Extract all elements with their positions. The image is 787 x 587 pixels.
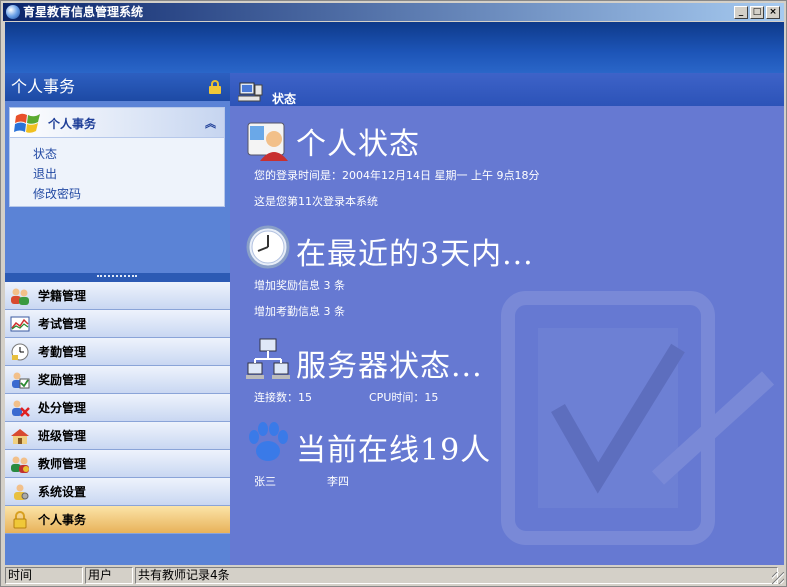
left-panel-title: 个人事务 <box>11 77 76 96</box>
close-button[interactable]: × <box>766 6 780 19</box>
login-count-text: 这是您第11次登录本系统 <box>254 195 378 208</box>
task-card-title: 个人事务 <box>48 117 97 131</box>
online-user[interactable]: 张三 <box>254 473 276 489</box>
nav-list: 学籍管理 考试管理 考勤管理 奖励管理 处分管理 班级管理 教师管理 系统设置 … <box>5 282 230 534</box>
main-header-title: 状态 <box>272 92 297 106</box>
status-time: 时间 <box>5 567 83 584</box>
nav-label: 考试管理 <box>38 317 87 331</box>
nav-item-exams[interactable]: 考试管理 <box>5 310 230 338</box>
server-status-title: 服务器状态... <box>296 349 483 384</box>
left-panel: 个人事务 个人事务 ︽ 状态 退出 修改密码 学籍管理 考试管理 考勤管理 奖励… <box>5 73 230 565</box>
left-panel-header: 个人事务 <box>5 73 230 101</box>
status-link[interactable]: 状态 <box>33 144 224 164</box>
checkmark-watermark-icon <box>501 291 775 545</box>
nav-item-settings[interactable]: 系统设置 <box>5 478 230 506</box>
connections-text: 连接数：15 <box>254 391 312 404</box>
lock-icon <box>13 511 27 529</box>
home-icon <box>11 429 29 444</box>
header-banner <box>5 22 784 73</box>
lock-icon <box>208 80 222 94</box>
user-card-icon <box>247 122 288 161</box>
resize-grip[interactable] <box>772 572 784 584</box>
main-header: 状态 <box>230 73 784 106</box>
task-card: 个人事务 ︽ 状态 退出 修改密码 <box>9 107 225 207</box>
nav-item-classes[interactable]: 班级管理 <box>5 422 230 450</box>
panel-splitter[interactable] <box>5 273 230 282</box>
recent-activity-line: 增加奖励信息 3 条 <box>254 279 345 292</box>
online-user[interactable]: 李四 <box>327 473 349 489</box>
students-icon <box>11 288 29 305</box>
collapse-icon[interactable]: ︽ <box>205 115 216 131</box>
main-panel: 状态 个人状态 您的登录时间是：2004年12月14日 星期一 上午 9点18分… <box>230 73 784 565</box>
window-title: 育星教育信息管理系统 <box>23 5 144 19</box>
nav-item-student-records[interactable]: 学籍管理 <box>5 282 230 310</box>
status-user: 用户 <box>85 567 133 584</box>
login-time-text: 您的登录时间是：2004年12月14日 星期一 上午 9点18分 <box>254 169 540 182</box>
app-window: 育星教育信息管理系统 _ □ × 个人事务 个人事务 ︽ 状态 退出 修改密码 … <box>0 0 787 587</box>
cpu-time-text: CPU时间：15 <box>369 391 439 404</box>
clock-icon <box>11 343 29 361</box>
clock-icon <box>246 225 290 269</box>
nav-item-awards[interactable]: 奖励管理 <box>5 366 230 394</box>
change-password-link[interactable]: 修改密码 <box>33 184 224 204</box>
penalty-icon <box>12 400 30 417</box>
personal-status-title: 个人状态 <box>296 127 420 162</box>
maximize-button[interactable]: □ <box>750 6 764 19</box>
online-users-title: 当前在线19人 <box>296 433 492 468</box>
nav-label: 学籍管理 <box>38 289 87 303</box>
nav-label: 个人事务 <box>38 513 87 527</box>
app-icon <box>6 5 20 19</box>
minimize-button[interactable]: _ <box>734 6 748 19</box>
nav-label: 班级管理 <box>38 429 87 443</box>
nav-label: 系统设置 <box>38 485 87 499</box>
nav-label: 奖励管理 <box>38 373 87 387</box>
task-card-header[interactable]: 个人事务 ︽ <box>10 108 224 138</box>
nav-item-attendance[interactable]: 考勤管理 <box>5 338 230 366</box>
computer-icon <box>238 82 263 102</box>
nav-item-personal-affairs[interactable]: 个人事务 <box>5 506 230 534</box>
nav-label: 教师管理 <box>38 457 87 471</box>
status-message: 共有教师记录4条 <box>135 567 778 584</box>
windows-logo-icon <box>14 113 40 133</box>
nav-item-teachers[interactable]: 教师管理 <box>5 450 230 478</box>
status-bar: 时间 用户 共有教师记录4条 <box>5 567 784 584</box>
chart-icon <box>10 316 30 332</box>
nav-label: 处分管理 <box>38 401 87 415</box>
title-bar: 育星教育信息管理系统 _ □ × <box>3 3 784 21</box>
nav-item-penalties[interactable]: 处分管理 <box>5 394 230 422</box>
settings-icon <box>14 484 29 500</box>
logout-link[interactable]: 退出 <box>33 164 224 184</box>
award-icon <box>12 372 30 389</box>
nav-label: 考勤管理 <box>38 345 87 359</box>
recent-activity-title: 在最近的3天内... <box>296 237 534 272</box>
network-icon <box>246 338 290 379</box>
teachers-icon <box>11 456 29 473</box>
recent-activity-line: 增加考勤信息 3 条 <box>254 305 345 318</box>
paw-icon <box>249 422 288 461</box>
